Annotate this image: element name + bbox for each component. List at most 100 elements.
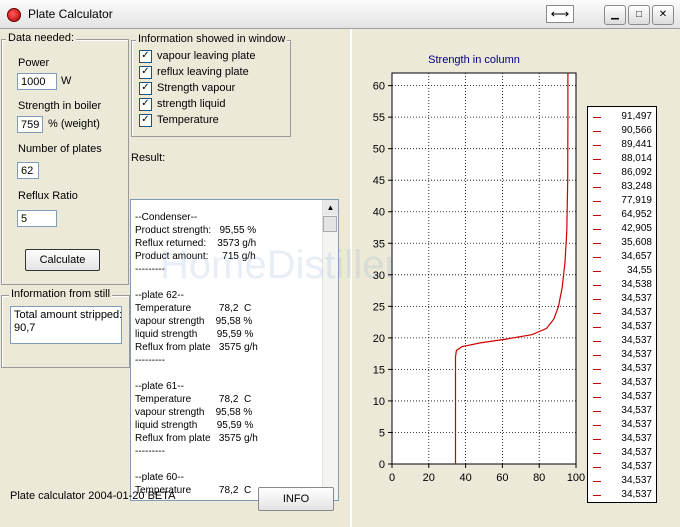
x-tick-label: 40 — [459, 472, 471, 484]
legend-swatch — [593, 159, 601, 160]
legend-swatch — [593, 355, 601, 356]
plates-input[interactable]: 62 — [17, 162, 39, 179]
strength-input[interactable]: 759 — [17, 116, 43, 133]
legend-label: 34,537 — [621, 363, 652, 374]
x-tick-label: 80 — [533, 472, 545, 484]
legend-item: 34,537 — [588, 418, 656, 432]
power-input[interactable]: 1000 — [17, 73, 57, 90]
checkbox-strength-liquid[interactable]: ✓ — [139, 98, 152, 111]
legend-swatch — [593, 187, 601, 188]
stripped-amount-field[interactable]: Total amount stripped: 90,7 — [10, 306, 122, 344]
legend-swatch — [593, 243, 601, 244]
legend-item: 34,537 — [588, 306, 656, 320]
legend-swatch — [593, 257, 601, 258]
option-label: strength liquid — [157, 98, 226, 110]
legend-label: 35,608 — [621, 237, 652, 248]
legend-item: 34,537 — [588, 432, 656, 446]
window-client-area: Data needed: Power 1000 W Strength in bo… — [0, 29, 680, 527]
legend-swatch — [593, 131, 601, 132]
legend-item: 34,537 — [588, 362, 656, 376]
legend-item: 34,537 — [588, 292, 656, 306]
close-button[interactable]: ✕ — [652, 5, 674, 25]
strength-label: Strength in boiler — [18, 100, 102, 112]
y-tick-label: 20 — [373, 333, 385, 345]
legend-swatch — [593, 313, 601, 314]
check-icon: ✓ — [141, 50, 150, 61]
legend-swatch — [593, 229, 601, 230]
option-label: vapour leaving plate — [157, 50, 256, 62]
info-window-legend: Information showed in window — [136, 33, 288, 45]
legend-item: 35,608 — [588, 236, 656, 250]
reflux-label: Reflux Ratio — [18, 190, 78, 202]
y-tick-label: 10 — [373, 396, 385, 408]
y-tick-label: 30 — [373, 270, 385, 282]
y-tick-label: 55 — [373, 112, 385, 124]
scroll-up-icon[interactable]: ▲ — [323, 200, 338, 215]
check-icon: ✓ — [141, 66, 150, 77]
legend-swatch — [593, 439, 601, 440]
legend-item: 83,248 — [588, 180, 656, 194]
x-tick-label: 0 — [389, 472, 395, 484]
legend-label: 42,905 — [621, 223, 652, 234]
chart-legend: 91,497 90,566 89,441 88,014 86,092 83,248 77,9… — [587, 106, 657, 503]
legend-label: 34,537 — [621, 293, 652, 304]
calculate-button[interactable]: Calculate — [25, 249, 100, 271]
reflux-input[interactable]: 5 — [17, 210, 57, 227]
power-unit: W — [61, 75, 72, 87]
minimize-button[interactable]: ▁ — [604, 5, 626, 25]
check-icon: ✓ — [141, 82, 150, 93]
legend-label: 34,537 — [621, 377, 652, 388]
check-icon: ✓ — [141, 98, 150, 109]
resize-arrows-icon[interactable]: ⟷ — [546, 5, 574, 23]
legend-label: 83,248 — [621, 181, 652, 192]
power-label: Power — [18, 57, 50, 69]
legend-item: 34,55 — [588, 264, 656, 278]
checkbox-vapour-leaving[interactable]: ✓ — [139, 50, 152, 63]
result-label: Result: — [131, 152, 166, 164]
checkbox-reflux-leaving[interactable]: ✓ — [139, 66, 152, 79]
title-bar[interactable]: Plate Calculator ⟷ ▁ □ ✕ — [0, 0, 680, 29]
legend-swatch — [593, 299, 601, 300]
check-icon: ✓ — [141, 114, 150, 125]
y-tick-label: 15 — [373, 364, 385, 376]
y-tick-label: 5 — [379, 427, 385, 439]
scroll-thumb[interactable] — [323, 216, 337, 232]
legend-item: 88,014 — [588, 152, 656, 166]
legend-swatch — [593, 285, 601, 286]
checkbox-temperature[interactable]: ✓ — [139, 114, 152, 127]
legend-label: 34,537 — [621, 307, 652, 318]
legend-swatch — [593, 411, 601, 412]
legend-swatch — [593, 271, 601, 272]
legend-item: 34,537 — [588, 446, 656, 460]
y-tick-label: 60 — [373, 81, 385, 93]
legend-item: 34,537 — [588, 320, 656, 334]
legend-swatch — [593, 173, 601, 174]
y-tick-label: 25 — [373, 301, 385, 313]
option-label: reflux leaving plate — [157, 66, 249, 78]
version-text: Plate calculator 2004-01-20 BETA — [10, 490, 176, 502]
legend-swatch — [593, 327, 601, 328]
data-needed-legend: Data needed: — [6, 32, 77, 44]
maximize-button[interactable]: □ — [628, 5, 650, 25]
legend-label: 34,537 — [621, 461, 652, 472]
legend-label: 34,537 — [621, 335, 652, 346]
legend-item: 77,919 — [588, 194, 656, 208]
app-icon — [7, 8, 21, 22]
legend-swatch — [593, 201, 601, 202]
legend-swatch — [593, 453, 601, 454]
legend-label: 88,014 — [621, 153, 652, 164]
legend-label: 86,092 — [621, 167, 652, 178]
y-tick-label: 0 — [379, 459, 385, 471]
legend-swatch — [593, 369, 601, 370]
close-icon: ✕ — [658, 9, 668, 20]
legend-item: 89,441 — [588, 138, 656, 152]
legend-item: 90,566 — [588, 124, 656, 138]
legend-label: 34,537 — [621, 321, 652, 332]
info-button[interactable]: INFO — [258, 487, 334, 511]
y-tick-label: 45 — [373, 175, 385, 187]
legend-item: 34,537 — [588, 404, 656, 418]
legend-swatch — [593, 397, 601, 398]
checkbox-strength-vapour[interactable]: ✓ — [139, 82, 152, 95]
y-tick-label: 40 — [373, 207, 385, 219]
legend-item: 34,537 — [588, 474, 656, 488]
